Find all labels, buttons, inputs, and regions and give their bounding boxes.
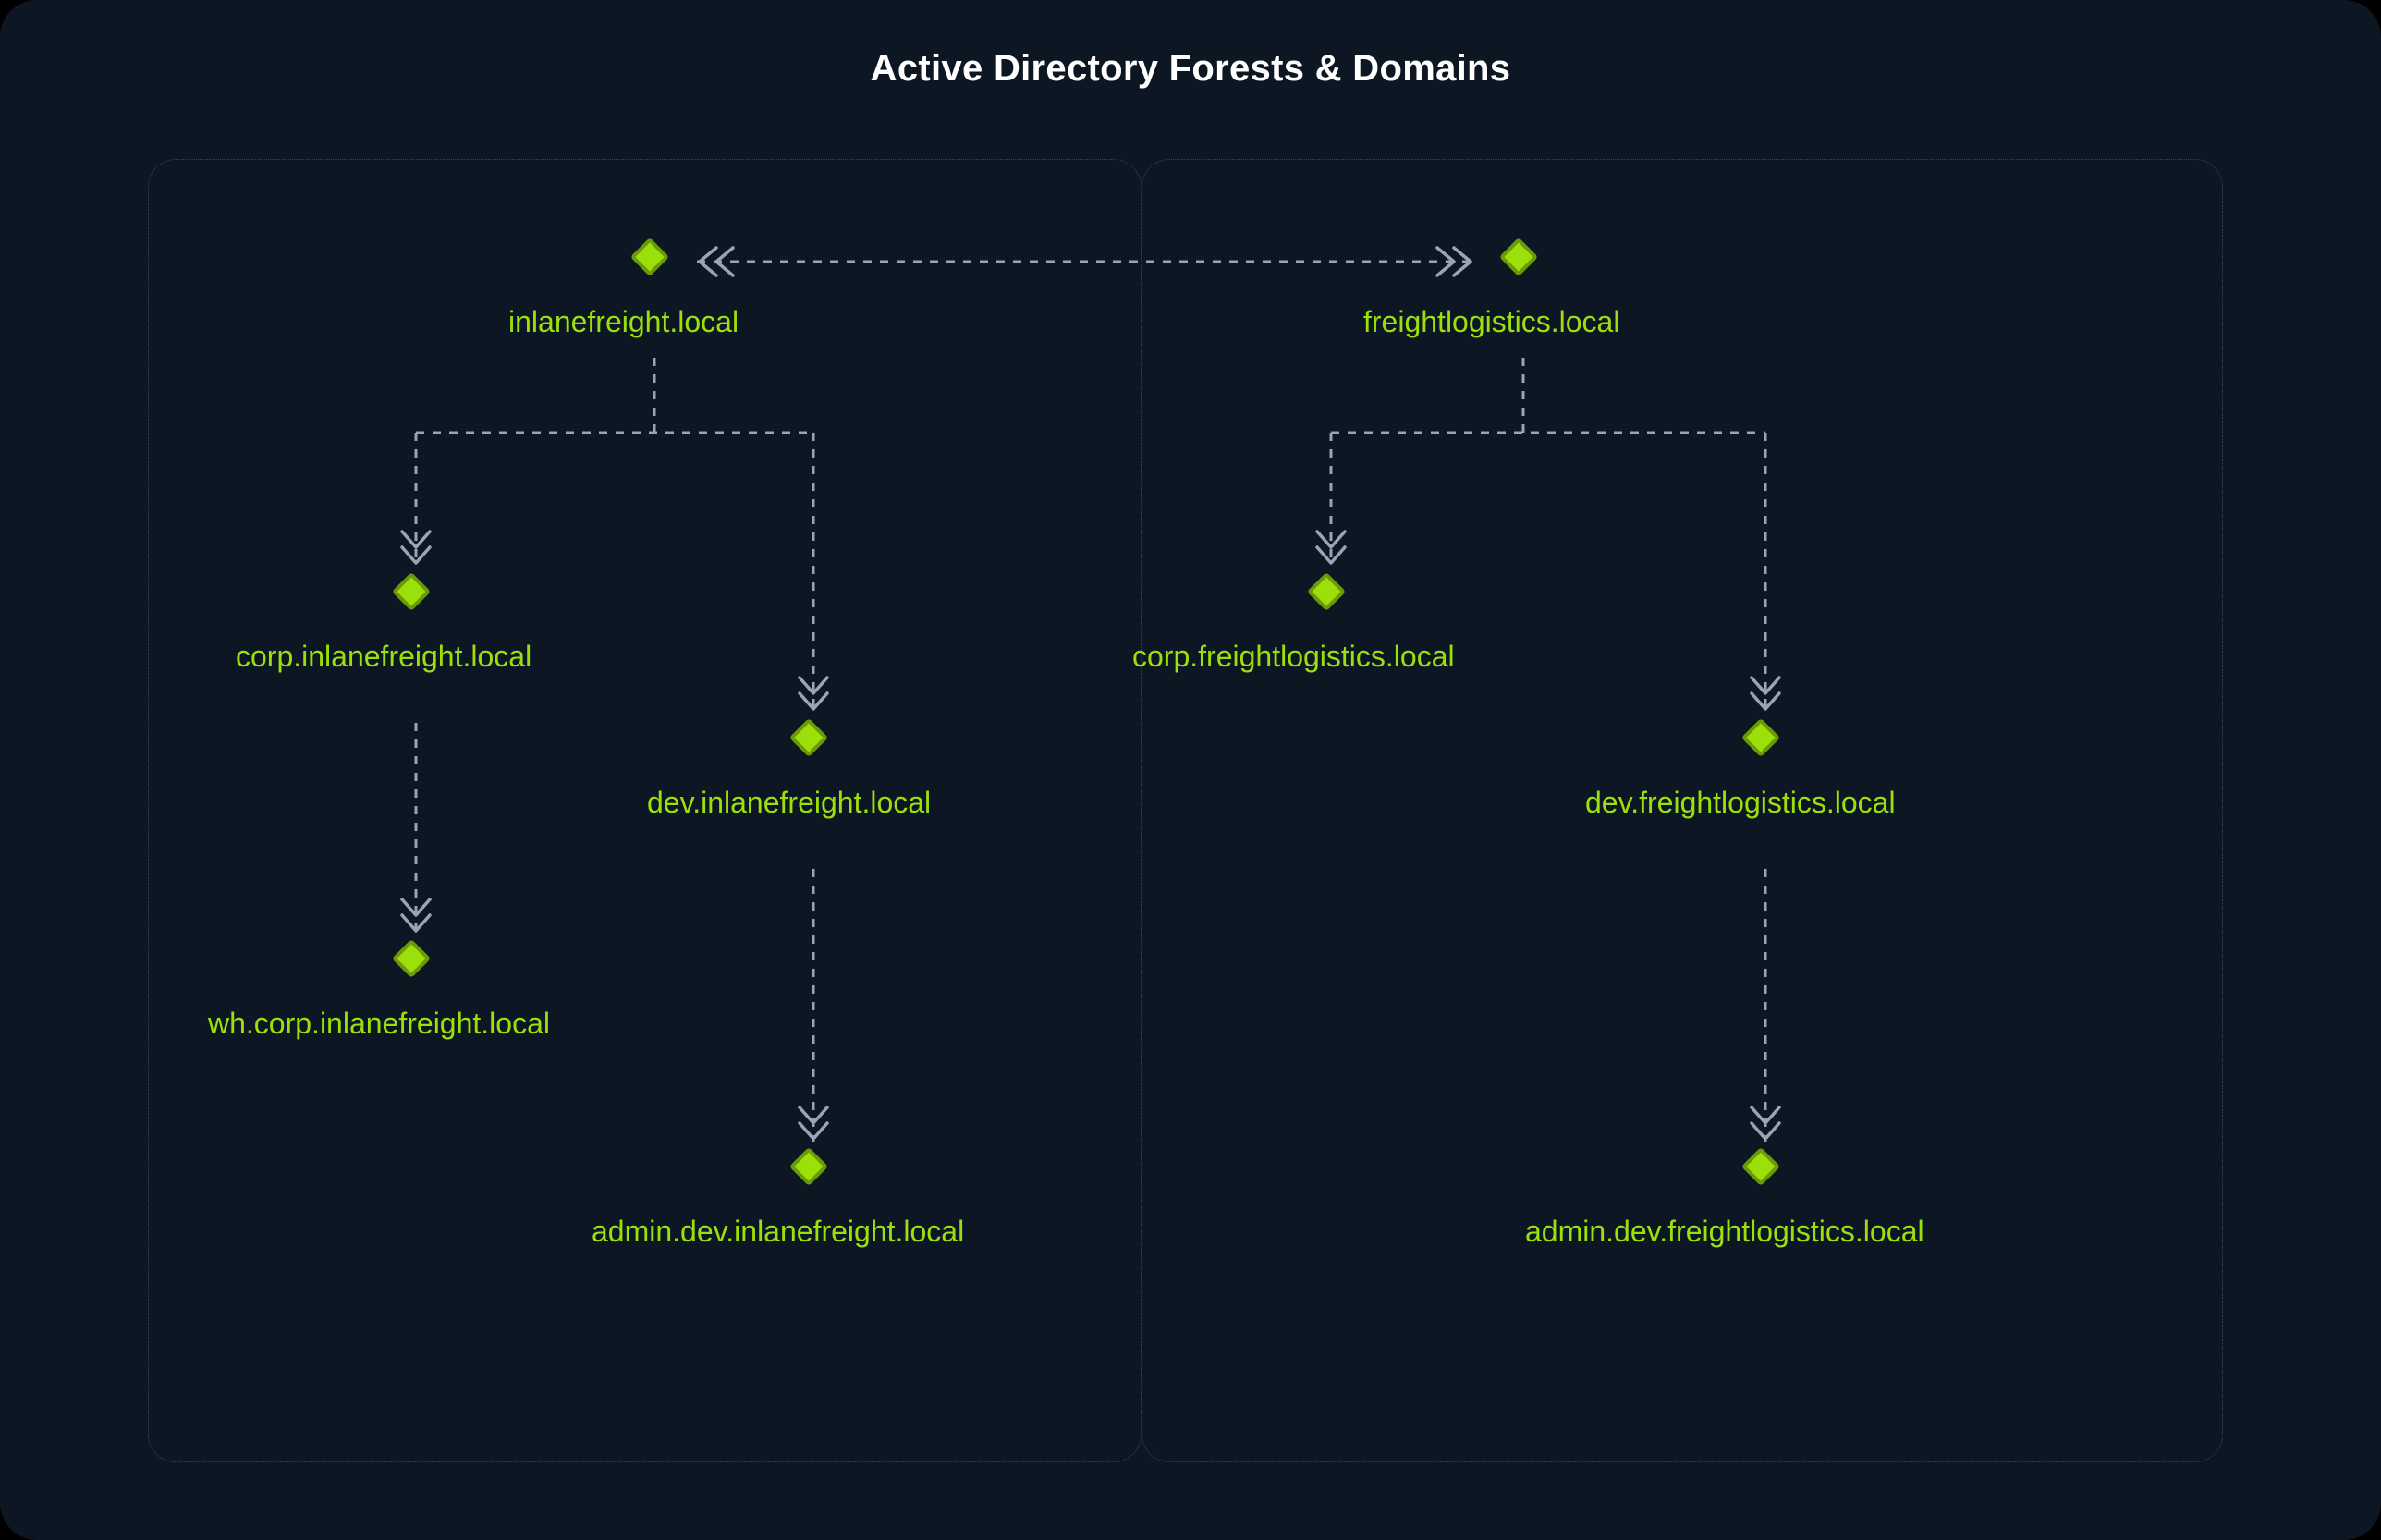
diamond-icon	[630, 238, 669, 276]
diagram-title: Active Directory Forests & Domains	[0, 48, 2381, 90]
domain-node-wh-left	[397, 945, 434, 982]
domain-label: wh.corp.inlanefreight.local	[208, 1007, 550, 1041]
domain-label: admin.dev.freightlogistics.local	[1525, 1215, 1924, 1249]
diamond-icon	[789, 718, 828, 757]
domain-label: dev.freightlogistics.local	[1585, 786, 1896, 820]
domain-node-admin-dev-left	[795, 1153, 832, 1190]
domain-node-dev-left	[795, 724, 832, 761]
forest-panel-inlanefreight	[148, 159, 1142, 1462]
diamond-icon	[392, 572, 431, 611]
domain-node-root-left	[636, 243, 673, 280]
domain-label: corp.freightlogistics.local	[1132, 640, 1455, 674]
diamond-icon	[392, 939, 431, 978]
diamond-icon	[1307, 572, 1346, 611]
domain-label: corp.inlanefreight.local	[236, 640, 531, 674]
diamond-icon	[1499, 238, 1538, 276]
domain-node-corp-right	[1313, 578, 1349, 615]
domain-node-admin-dev-right	[1747, 1153, 1784, 1190]
domain-label: admin.dev.inlanefreight.local	[592, 1215, 964, 1249]
diagram-card: Active Directory Forests & Domains	[0, 0, 2381, 1540]
diamond-icon	[1741, 718, 1780, 757]
diamond-icon	[1741, 1147, 1780, 1186]
domain-label: dev.inlanefreight.local	[647, 786, 931, 820]
domain-label: inlanefreight.local	[508, 305, 739, 339]
diamond-icon	[789, 1147, 828, 1186]
domain-label: freightlogistics.local	[1363, 305, 1619, 339]
domain-node-root-right	[1505, 243, 1542, 280]
domain-node-dev-right	[1747, 724, 1784, 761]
domain-node-corp-left	[397, 578, 434, 615]
